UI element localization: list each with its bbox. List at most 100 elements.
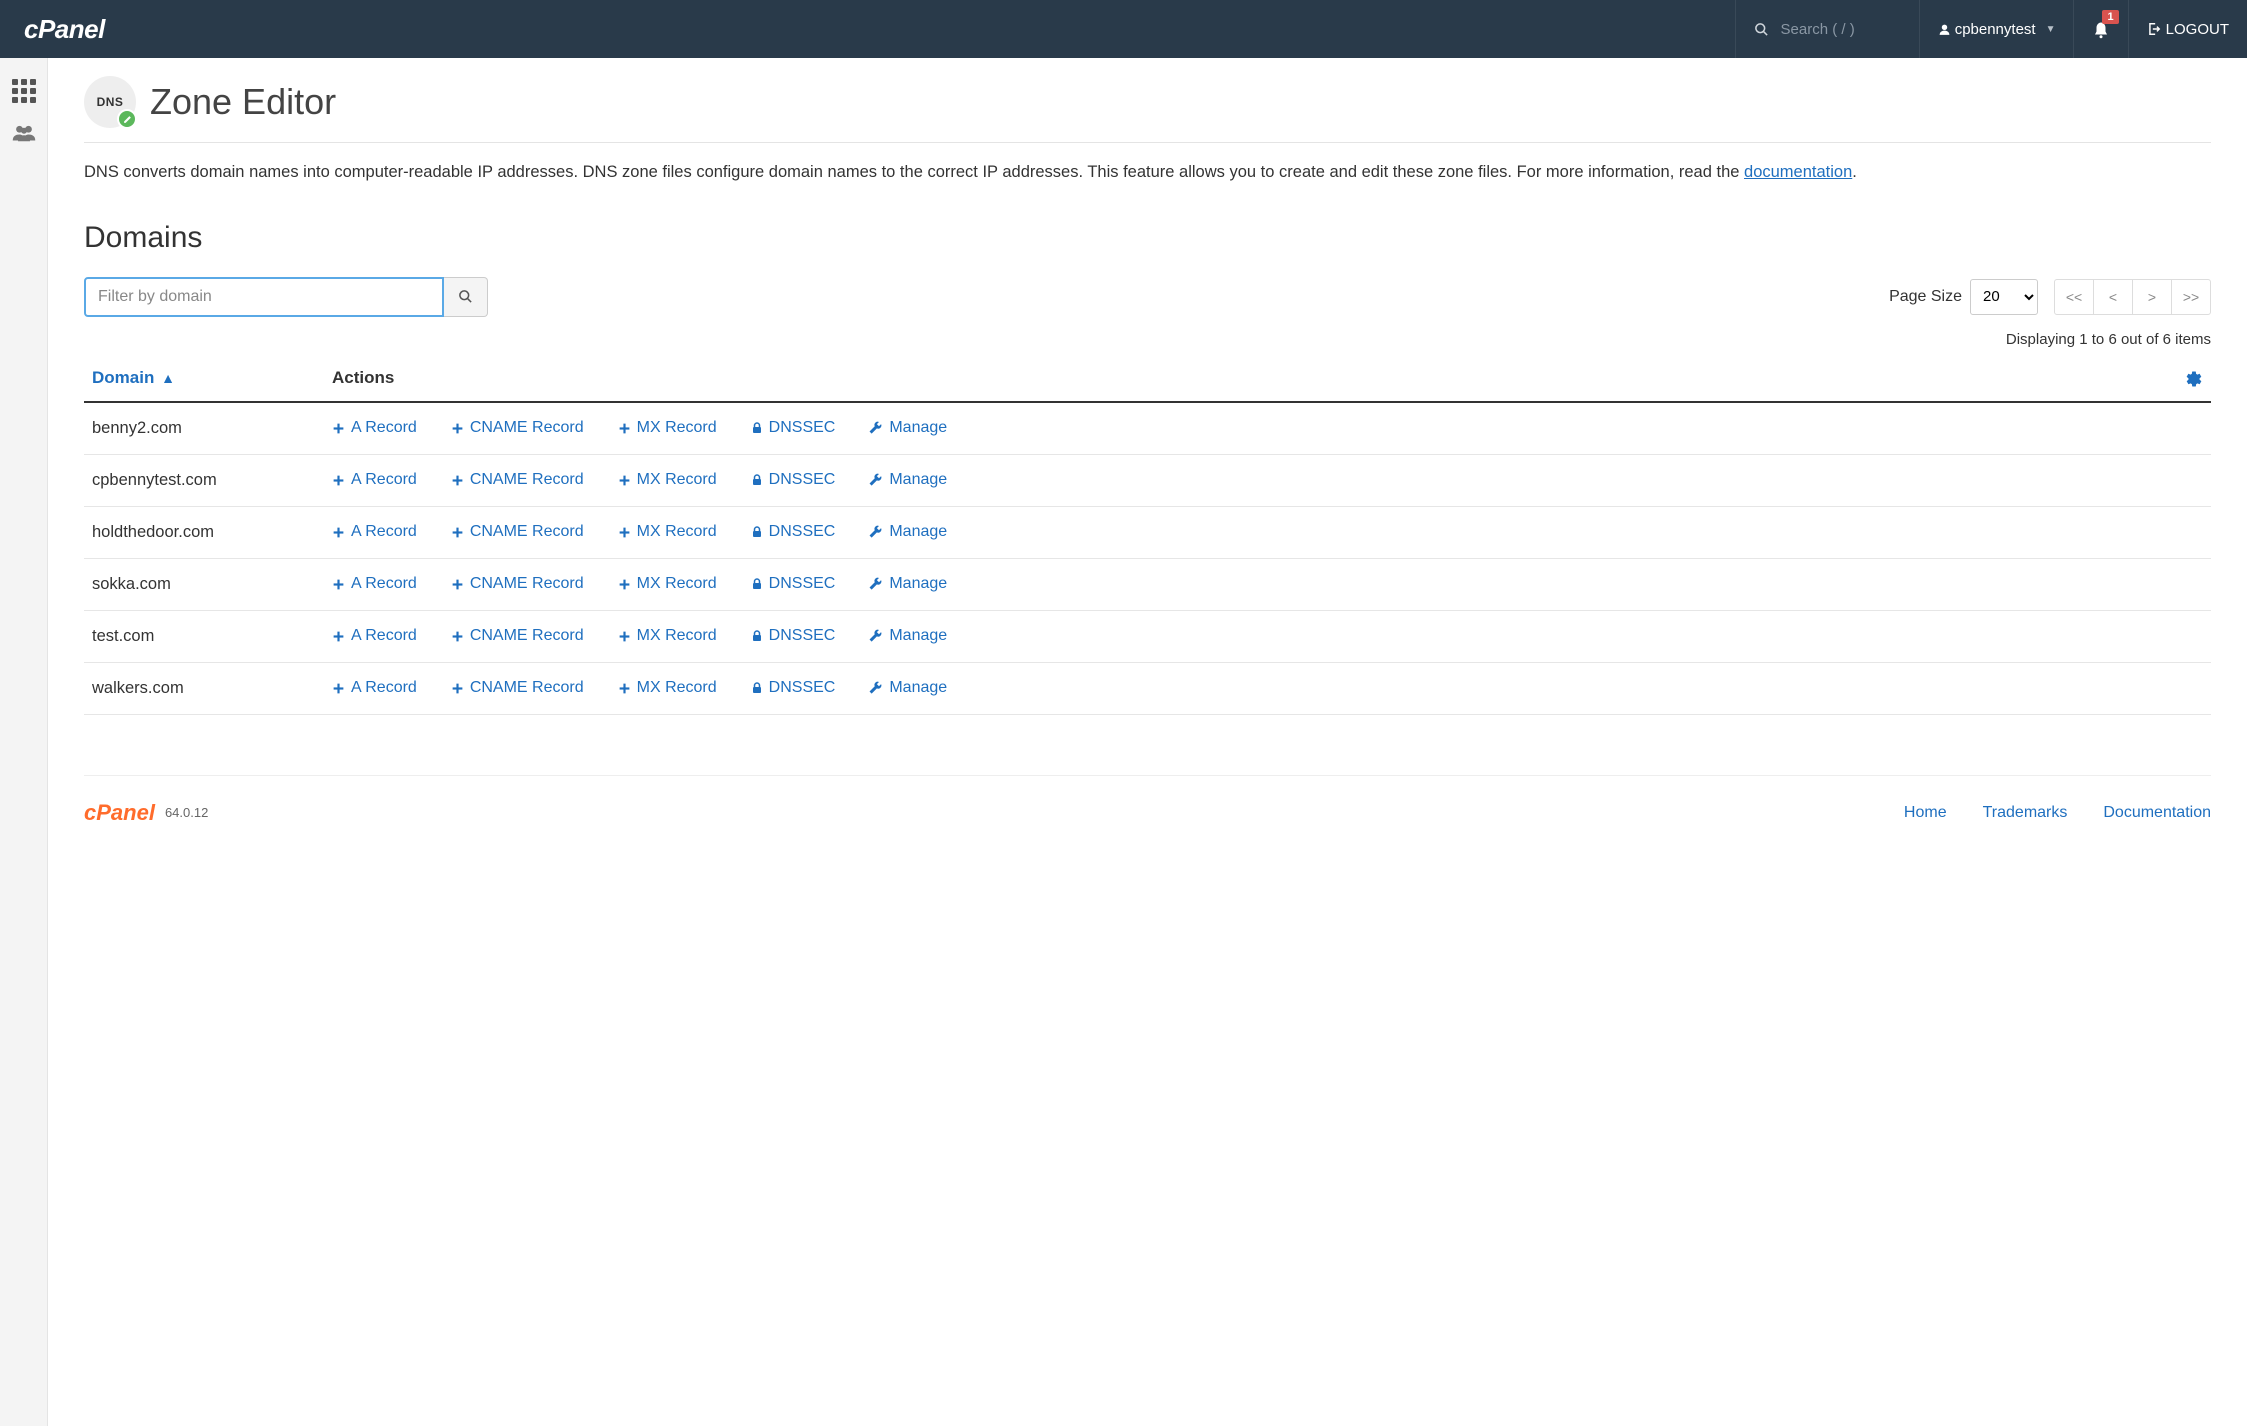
search-icon [1754,21,1769,38]
plus-icon [332,679,345,697]
pagesize-select[interactable]: 20 [1970,279,2038,315]
dnssec-link[interactable]: DNSSEC [751,627,836,645]
user-icon [1938,23,1951,36]
nav-apps[interactable] [0,70,48,112]
table-row: test.com A Record CNAME Record MX Record DNS… [84,610,2211,662]
table-row: holdthedoor.com A Record CNAME Record MX Re… [84,506,2211,558]
wrench-icon [869,575,883,593]
plus-icon [332,471,345,489]
footer-home-link[interactable]: Home [1904,804,1947,822]
manage-link[interactable]: Manage [869,627,947,645]
filter-search-button[interactable] [444,277,488,317]
footer-trademarks-link[interactable]: Trademarks [1983,804,2068,822]
dnssec-link[interactable]: DNSSEC [751,523,836,541]
add-cname-record-link[interactable]: CNAME Record [451,523,584,541]
nav-users[interactable] [0,112,48,154]
plus-icon [332,523,345,541]
add-mx-record-link[interactable]: MX Record [618,523,717,541]
add-a-record-link[interactable]: A Record [332,471,417,489]
add-mx-record-link[interactable]: MX Record [618,627,717,645]
logout-button[interactable]: LOGOUT [2128,0,2247,58]
dnssec-link[interactable]: DNSSEC [751,471,836,489]
footer-version: 64.0.12 [165,805,208,820]
add-mx-record-link[interactable]: MX Record [618,575,717,593]
add-a-record-link[interactable]: A Record [332,419,417,437]
grid-icon [12,79,36,103]
lock-icon [751,627,763,645]
domains-heading: Domains [84,221,2211,255]
left-nav [0,58,48,1426]
manage-link[interactable]: Manage [869,523,947,541]
lock-icon [751,523,763,541]
add-a-record-link[interactable]: A Record [332,679,417,697]
table-row: cpbennytest.com A Record CNAME Record MX Re… [84,454,2211,506]
domain-cell: test.com [84,610,324,662]
user-menu[interactable]: cpbennytest ▼ [1919,0,2074,58]
cpanel-logo[interactable]: cPanel [0,14,129,45]
notifications-button[interactable]: 1 [2073,0,2128,58]
plus-icon [451,471,464,489]
add-cname-record-link[interactable]: CNAME Record [451,471,584,489]
lock-icon [751,471,763,489]
lock-icon [751,419,763,437]
plus-icon [451,679,464,697]
plus-icon [451,419,464,437]
wrench-icon [869,471,883,489]
table-row: walkers.com A Record CNAME Record MX Record… [84,662,2211,714]
add-cname-record-link[interactable]: CNAME Record [451,679,584,697]
plus-icon [618,419,631,437]
col-domain-label: Domain [92,368,154,387]
pager-next-button[interactable]: > [2132,279,2172,315]
wrench-icon [869,523,883,541]
dnssec-link[interactable]: DNSSEC [751,679,836,697]
logout-label: LOGOUT [2166,21,2229,38]
add-mx-record-link[interactable]: MX Record [618,471,717,489]
domain-cell: walkers.com [84,662,324,714]
plus-icon [332,575,345,593]
add-cname-record-link[interactable]: CNAME Record [451,419,584,437]
pencil-badge-icon [117,109,137,129]
manage-link[interactable]: Manage [869,679,947,697]
plus-icon [618,679,631,697]
add-a-record-link[interactable]: A Record [332,627,417,645]
search-input[interactable] [1781,21,1901,38]
page-description: DNS converts domain names into computer-… [84,161,2211,185]
add-mx-record-link[interactable]: MX Record [618,419,717,437]
filter-input[interactable] [84,277,444,317]
pager-last-button[interactable]: >> [2171,279,2211,315]
domain-cell: holdthedoor.com [84,506,324,558]
manage-link[interactable]: Manage [869,419,947,437]
add-cname-record-link[interactable]: CNAME Record [451,575,584,593]
plus-icon [332,627,345,645]
plus-icon [451,627,464,645]
table-row: sokka.com A Record CNAME Record MX Record DN… [84,558,2211,610]
divider [84,142,2211,143]
gear-icon[interactable] [2185,368,2203,388]
manage-link[interactable]: Manage [869,575,947,593]
domain-cell: cpbennytest.com [84,454,324,506]
manage-link[interactable]: Manage [869,471,947,489]
col-domain-header[interactable]: Domain ▲ [84,356,324,402]
add-cname-record-link[interactable]: CNAME Record [451,627,584,645]
footer-documentation-link[interactable]: Documentation [2103,804,2211,822]
lock-icon [751,679,763,697]
dnssec-link[interactable]: DNSSEC [751,419,836,437]
add-mx-record-link[interactable]: MX Record [618,679,717,697]
description-text: DNS converts domain names into computer-… [84,163,1744,181]
footer-logo: cPanel [84,800,155,826]
documentation-link[interactable]: documentation [1744,163,1852,181]
sort-asc-icon: ▲ [161,370,175,386]
pager-prev-button[interactable]: < [2093,279,2133,315]
notification-badge: 1 [2102,10,2118,24]
topbar: cPanel cpbennytest ▼ 1 LOGOUT [0,0,2247,58]
pager-first-button[interactable]: << [2054,279,2094,315]
description-suffix: . [1852,163,1857,181]
plus-icon [618,627,631,645]
domain-cell: sokka.com [84,558,324,610]
plus-icon [618,471,631,489]
dnssec-link[interactable]: DNSSEC [751,575,836,593]
add-a-record-link[interactable]: A Record [332,523,417,541]
add-a-record-link[interactable]: A Record [332,575,417,593]
domain-cell: benny2.com [84,402,324,455]
plus-icon [332,419,345,437]
